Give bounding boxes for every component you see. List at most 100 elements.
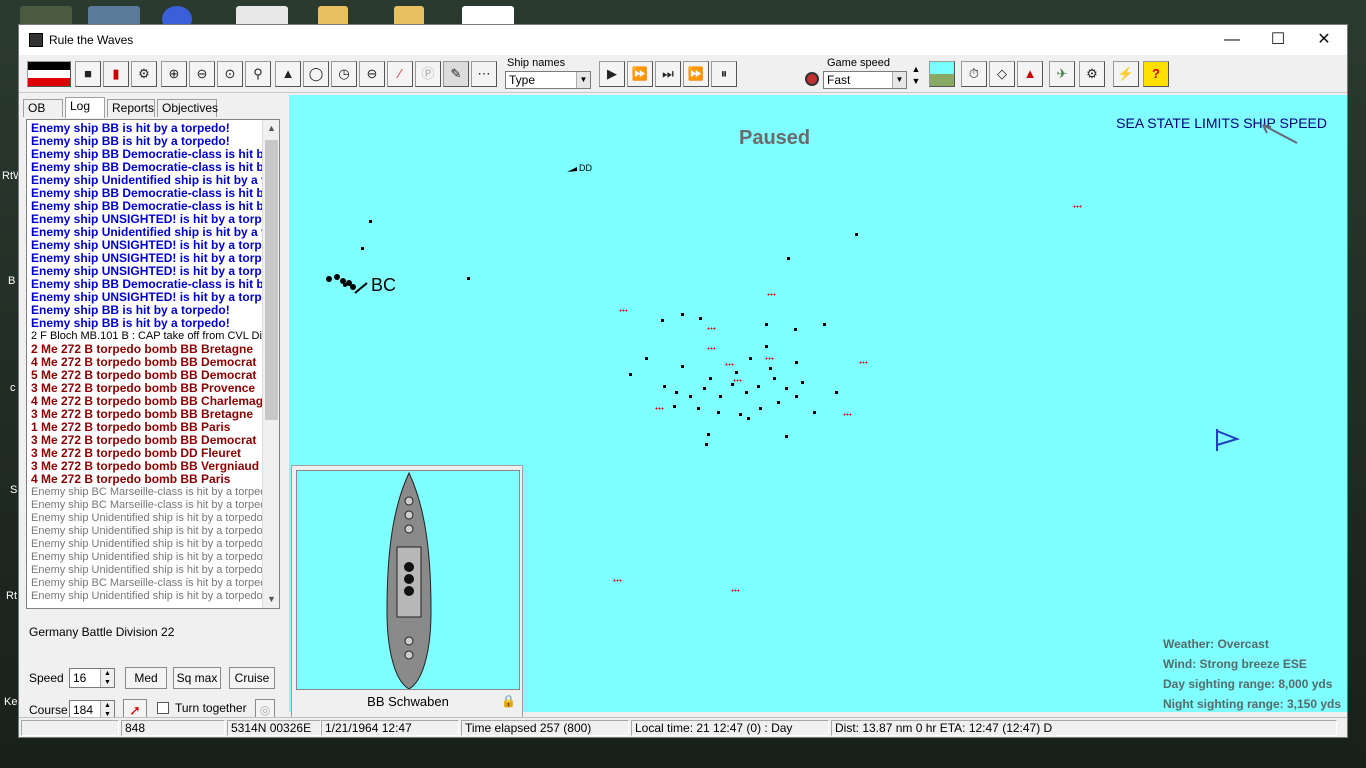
dots-icon[interactable]: ⋯ (471, 61, 497, 87)
friendly-ship-marker[interactable] (675, 391, 678, 394)
friendly-ship-marker[interactable] (769, 367, 772, 370)
log-entry[interactable]: Enemy ship Unidentified ship is hit by a… (31, 551, 266, 564)
p-icon[interactable]: Ⓟ (415, 61, 441, 87)
friendly-ship-marker[interactable] (709, 377, 712, 380)
friendly-ship-marker[interactable] (681, 365, 684, 368)
line-icon[interactable]: ∕ (387, 61, 413, 87)
play-icon[interactable]: ▶ (599, 61, 625, 87)
log-entry[interactable]: Enemy ship Unidentified ship is hit by a… (31, 564, 266, 577)
zoom-in-icon[interactable]: ⊕ (161, 61, 187, 87)
pause-icon[interactable]: ⏸ (711, 61, 737, 87)
turn-together-checkbox[interactable] (157, 702, 169, 714)
friendly-ship-marker[interactable] (787, 257, 790, 260)
enemy-ship-marker[interactable] (731, 589, 740, 592)
enemy-ship-marker[interactable] (765, 357, 774, 360)
tab-objectives[interactable]: Objectives (157, 99, 218, 117)
friendly-ship-marker[interactable] (699, 317, 702, 320)
friendly-ship-marker[interactable] (467, 277, 470, 280)
save-icon[interactable]: ■ (75, 61, 101, 87)
minimize-button[interactable]: — (1209, 25, 1255, 55)
enemy-ship-marker[interactable] (613, 579, 622, 582)
friendly-ship-marker[interactable] (757, 385, 760, 388)
help-icon[interactable]: ? (1143, 61, 1169, 87)
speed-stepper-icon[interactable]: ▲ ▼ (100, 669, 114, 687)
friendly-ship-marker[interactable] (661, 319, 664, 322)
clock-icon[interactable]: ◷ (331, 61, 357, 87)
next-icon[interactable]: ⏭ (655, 61, 681, 87)
enemy-ship-marker[interactable] (843, 413, 852, 416)
friendly-ship-marker[interactable] (749, 357, 752, 360)
friendly-ship-marker[interactable] (785, 435, 788, 438)
ship-names-select[interactable]: Type ▼ (505, 71, 591, 89)
log-entry[interactable]: Enemy ship Unidentified ship is hit by a… (31, 538, 266, 551)
friendly-ship-marker[interactable] (717, 411, 720, 414)
close-button[interactable]: ✕ (1301, 25, 1347, 55)
chevron-up-icon[interactable]: ▲ (263, 120, 279, 137)
flag-icon[interactable] (27, 61, 71, 87)
fast-forward-icon[interactable]: ⏩ (683, 61, 709, 87)
enemy-ship-marker[interactable] (655, 407, 664, 410)
cruise-button[interactable]: Cruise (229, 667, 275, 689)
map-marker-icon[interactable]: ▲ (1017, 61, 1043, 87)
tab-ob[interactable]: OB (23, 99, 63, 117)
enemy-ship-marker[interactable] (707, 347, 716, 350)
minus-circle-icon[interactable]: ⊖ (359, 61, 385, 87)
friendly-ship-marker[interactable] (629, 373, 632, 376)
friendly-ship-marker[interactable] (361, 247, 364, 250)
lock-icon[interactable]: ▲ (275, 61, 301, 87)
tab-reports[interactable]: Reports (107, 99, 155, 117)
scroll-thumb[interactable] (265, 140, 278, 420)
game-speed-select[interactable]: Fast ▼ (823, 71, 907, 89)
log-scrollbar[interactable]: ▲ ▼ (262, 120, 279, 608)
friendly-ship-marker[interactable] (697, 407, 700, 410)
friendly-ship-marker[interactable] (795, 395, 798, 398)
friendly-ship-marker[interactable] (759, 407, 762, 410)
gear-icon[interactable]: ⚙ (131, 61, 157, 87)
friendly-ship-marker[interactable] (673, 405, 676, 408)
friendly-ship-marker[interactable] (719, 395, 722, 398)
circle-icon[interactable]: ◯ (303, 61, 329, 87)
friendly-ship-marker[interactable] (681, 313, 684, 316)
enemy-ship-marker[interactable] (733, 379, 742, 382)
lock-icon[interactable]: 🔒 (501, 694, 516, 708)
chevron-down-icon[interactable]: ▼ (263, 591, 279, 608)
enemy-ship-marker[interactable] (767, 293, 776, 296)
flag-marker-icon[interactable] (1213, 427, 1243, 453)
dd-unit-marker[interactable] (567, 165, 579, 173)
friendly-ship-marker[interactable] (777, 401, 780, 404)
friendly-ship-marker[interactable] (823, 323, 826, 326)
friendly-ship-marker[interactable] (794, 328, 797, 331)
friendly-ship-marker[interactable] (813, 411, 816, 414)
friendly-ship-marker[interactable] (835, 391, 838, 394)
maximize-button[interactable]: ☐ (1255, 25, 1301, 55)
tab-log[interactable]: Log (65, 97, 105, 118)
log-entry[interactable]: Enemy ship Unidentified ship is hit by a… (31, 590, 266, 603)
friendly-ship-marker[interactable] (745, 391, 748, 394)
friendly-ship-marker[interactable] (773, 377, 776, 380)
friendly-ship-marker[interactable] (689, 395, 692, 398)
book-icon[interactable]: ▮ (103, 61, 129, 87)
friendly-ship-marker[interactable] (765, 345, 768, 348)
log-entry[interactable]: Enemy ship Unidentified ship is hit by a… (31, 525, 266, 538)
log-entry[interactable]: Enemy ship Unidentified ship is hit by a… (31, 512, 266, 525)
settings-icon[interactable]: ⚙ (1079, 61, 1105, 87)
friendly-ship-marker[interactable] (369, 220, 372, 223)
log-entry[interactable]: Enemy ship BC Marseille-class is hit by … (31, 486, 272, 499)
pen-icon[interactable]: ✎ (443, 61, 469, 87)
friendly-ship-marker[interactable] (765, 323, 768, 326)
sq-max-button[interactable]: Sq max (173, 667, 221, 689)
step-icon[interactable]: ⏩ (627, 61, 653, 87)
speed-field[interactable]: 16 ▲ ▼ (69, 668, 115, 688)
aircraft-icon[interactable]: ✈ (1049, 61, 1075, 87)
stopwatch-icon[interactable]: ⏱ (961, 61, 987, 87)
friendly-ship-marker[interactable] (703, 387, 706, 390)
enemy-ship-marker[interactable] (619, 309, 628, 312)
friendly-ship-marker[interactable] (855, 233, 858, 236)
friendly-ship-marker[interactable] (801, 381, 804, 384)
friendly-ship-marker[interactable] (731, 383, 734, 386)
log-entry[interactable]: Enemy ship BC Marseille-class is hit by … (31, 577, 272, 590)
friendly-ship-marker[interactable] (663, 385, 666, 388)
friendly-ship-marker[interactable] (739, 413, 742, 416)
enemy-ship-marker[interactable] (725, 363, 734, 366)
friendly-ship-marker[interactable] (735, 371, 738, 374)
